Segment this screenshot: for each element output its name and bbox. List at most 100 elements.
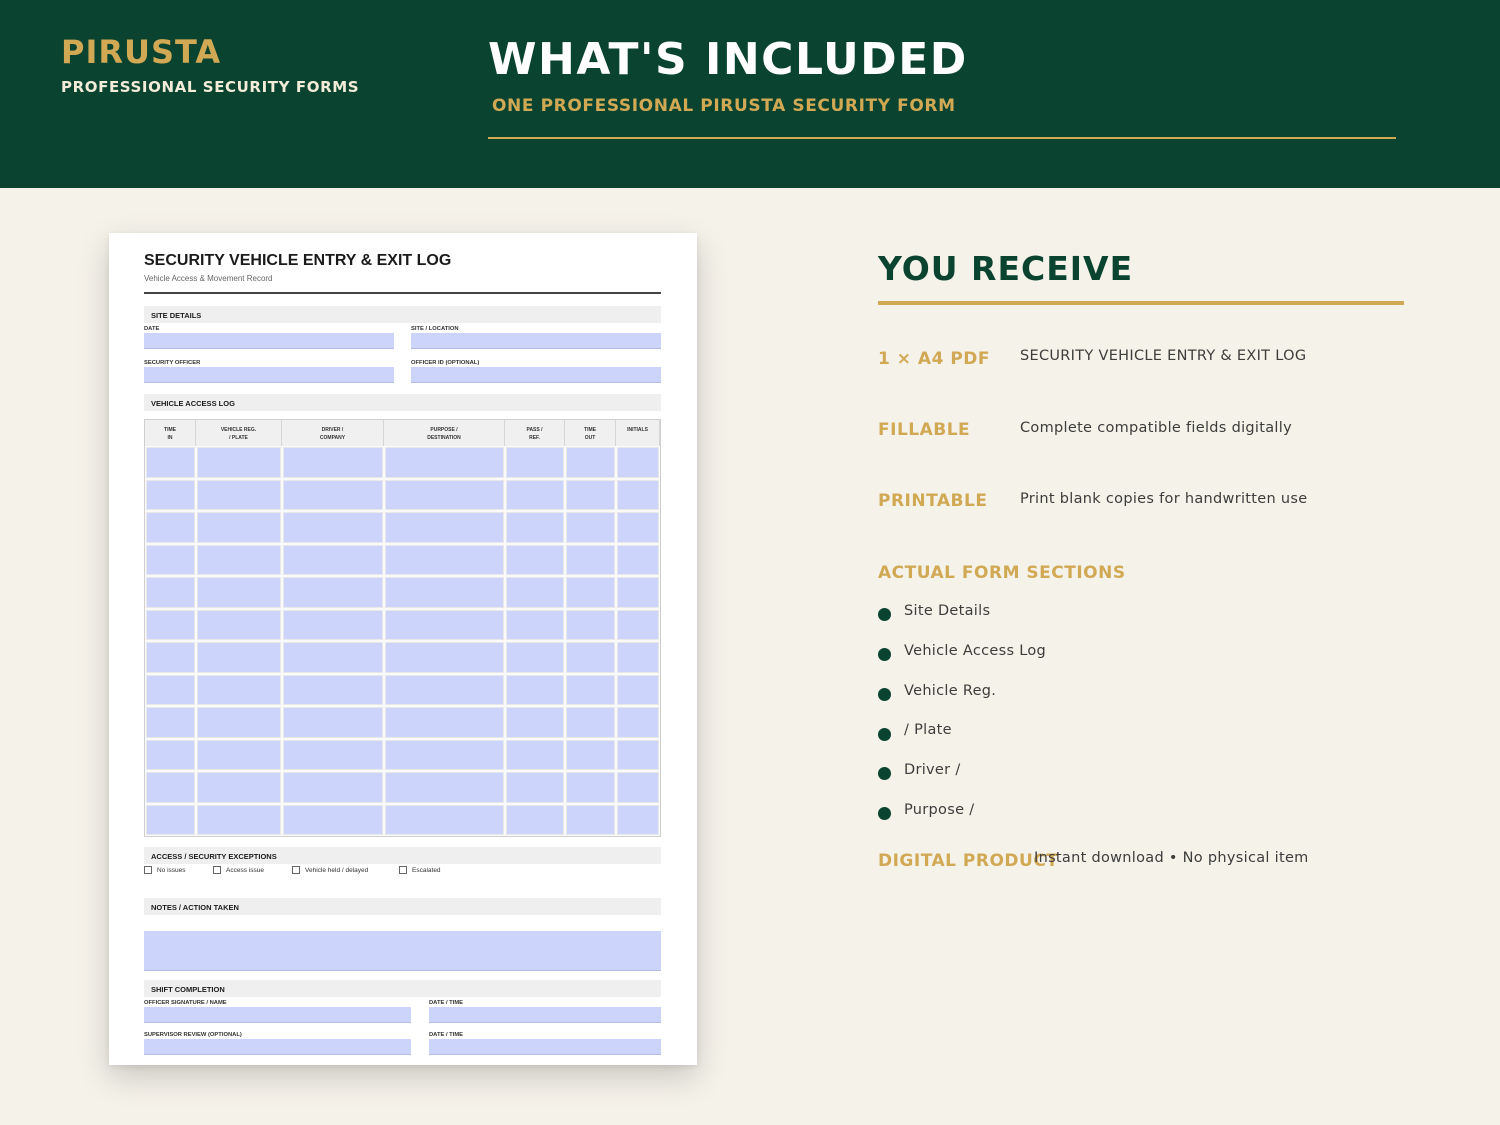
log-cell-field[interactable] bbox=[617, 544, 659, 575]
log-cell-field[interactable] bbox=[197, 479, 281, 510]
log-cell-field[interactable] bbox=[283, 674, 383, 705]
log-cell-field[interactable] bbox=[617, 642, 659, 673]
date-field[interactable] bbox=[144, 333, 394, 349]
log-cell-field[interactable] bbox=[283, 447, 383, 478]
log-cell-field[interactable] bbox=[197, 642, 281, 673]
log-cell-field[interactable] bbox=[146, 804, 195, 835]
log-cell-field[interactable] bbox=[566, 577, 615, 608]
log-cell-field[interactable] bbox=[385, 707, 504, 738]
log-cell-field[interactable] bbox=[385, 447, 504, 478]
log-cell-field[interactable] bbox=[566, 609, 615, 640]
log-cell-field[interactable] bbox=[283, 772, 383, 803]
log-cell-field[interactable] bbox=[283, 642, 383, 673]
security-officer-field[interactable] bbox=[144, 367, 394, 383]
log-cell-field[interactable] bbox=[617, 674, 659, 705]
log-cell-field[interactable] bbox=[146, 642, 195, 673]
log-cell-field[interactable] bbox=[506, 512, 564, 543]
log-cell-field[interactable] bbox=[283, 544, 383, 575]
supervisor-date-time-field[interactable] bbox=[429, 1039, 661, 1055]
log-cell-field[interactable] bbox=[146, 447, 195, 478]
log-cell-field[interactable] bbox=[506, 707, 564, 738]
log-cell-field[interactable] bbox=[385, 577, 504, 608]
site-location-field[interactable] bbox=[411, 333, 661, 349]
log-cell-field[interactable] bbox=[146, 739, 195, 770]
log-cell-field[interactable] bbox=[566, 739, 615, 770]
log-cell-field[interactable] bbox=[146, 577, 195, 608]
log-cell-field[interactable] bbox=[197, 674, 281, 705]
officer-id-field[interactable] bbox=[411, 367, 661, 383]
log-cell-field[interactable] bbox=[283, 804, 383, 835]
log-cell-field[interactable] bbox=[566, 707, 615, 738]
log-cell-field[interactable] bbox=[385, 544, 504, 575]
officer-signature-field[interactable] bbox=[144, 1007, 411, 1023]
log-cell-field[interactable] bbox=[146, 609, 195, 640]
log-cell-field[interactable] bbox=[283, 739, 383, 770]
log-cell-field[interactable] bbox=[617, 479, 659, 510]
log-cell-field[interactable] bbox=[197, 447, 281, 478]
log-cell-field[interactable] bbox=[566, 642, 615, 673]
log-cell-field[interactable] bbox=[283, 707, 383, 738]
exception-option[interactable]: No issues bbox=[144, 866, 186, 874]
log-cell-field[interactable] bbox=[385, 609, 504, 640]
log-cell-field[interactable] bbox=[283, 479, 383, 510]
checkbox[interactable] bbox=[213, 866, 221, 874]
log-cell-field[interactable] bbox=[197, 772, 281, 803]
log-cell-field[interactable] bbox=[146, 674, 195, 705]
log-cell-field[interactable] bbox=[617, 577, 659, 608]
log-cell-field[interactable] bbox=[385, 512, 504, 543]
log-cell-field[interactable] bbox=[146, 479, 195, 510]
log-cell-field[interactable] bbox=[566, 772, 615, 803]
log-cell-field[interactable] bbox=[146, 772, 195, 803]
officer-date-time-field[interactable] bbox=[429, 1007, 661, 1023]
exception-option[interactable]: Escalated bbox=[399, 866, 441, 874]
log-cell-field[interactable] bbox=[506, 772, 564, 803]
log-cell-field[interactable] bbox=[146, 707, 195, 738]
supervisor-review-field[interactable] bbox=[144, 1039, 411, 1055]
log-cell-field[interactable] bbox=[506, 739, 564, 770]
checkbox[interactable] bbox=[399, 866, 407, 874]
log-cell-field[interactable] bbox=[506, 577, 564, 608]
log-cell-field[interactable] bbox=[617, 772, 659, 803]
exception-option[interactable]: Access issue bbox=[213, 866, 264, 874]
log-cell-field[interactable] bbox=[617, 804, 659, 835]
log-cell-field[interactable] bbox=[197, 739, 281, 770]
log-cell-field[interactable] bbox=[566, 447, 615, 478]
log-cell-field[interactable] bbox=[283, 577, 383, 608]
log-cell-field[interactable] bbox=[506, 447, 564, 478]
exception-option[interactable]: Vehicle held / delayed bbox=[292, 866, 368, 874]
log-cell-field[interactable] bbox=[506, 544, 564, 575]
checkbox[interactable] bbox=[292, 866, 300, 874]
log-cell-field[interactable] bbox=[617, 739, 659, 770]
log-cell-field[interactable] bbox=[617, 707, 659, 738]
log-cell-field[interactable] bbox=[617, 447, 659, 478]
log-cell-field[interactable] bbox=[617, 512, 659, 543]
log-cell-field[interactable] bbox=[566, 512, 615, 543]
log-cell-field[interactable] bbox=[506, 479, 564, 510]
log-cell-field[interactable] bbox=[385, 772, 504, 803]
log-cell-field[interactable] bbox=[506, 609, 564, 640]
log-cell-field[interactable] bbox=[617, 609, 659, 640]
log-cell-field[interactable] bbox=[146, 512, 195, 543]
log-cell-field[interactable] bbox=[146, 544, 195, 575]
log-cell-field[interactable] bbox=[385, 739, 504, 770]
log-cell-field[interactable] bbox=[283, 609, 383, 640]
log-cell-field[interactable] bbox=[385, 804, 504, 835]
notes-field[interactable] bbox=[144, 931, 661, 971]
log-cell-field[interactable] bbox=[506, 674, 564, 705]
log-cell-field[interactable] bbox=[197, 609, 281, 640]
log-cell-field[interactable] bbox=[197, 544, 281, 575]
log-cell-field[interactable] bbox=[566, 544, 615, 575]
log-cell-field[interactable] bbox=[566, 674, 615, 705]
log-cell-field[interactable] bbox=[385, 674, 504, 705]
log-cell-field[interactable] bbox=[566, 479, 615, 510]
log-cell-field[interactable] bbox=[385, 642, 504, 673]
log-cell-field[interactable] bbox=[197, 512, 281, 543]
log-cell-field[interactable] bbox=[197, 707, 281, 738]
log-cell-field[interactable] bbox=[197, 804, 281, 835]
log-cell-field[interactable] bbox=[506, 642, 564, 673]
log-cell-field[interactable] bbox=[283, 512, 383, 543]
log-cell-field[interactable] bbox=[506, 804, 564, 835]
log-cell-field[interactable] bbox=[385, 479, 504, 510]
log-cell-field[interactable] bbox=[197, 577, 281, 608]
log-cell-field[interactable] bbox=[566, 804, 615, 835]
